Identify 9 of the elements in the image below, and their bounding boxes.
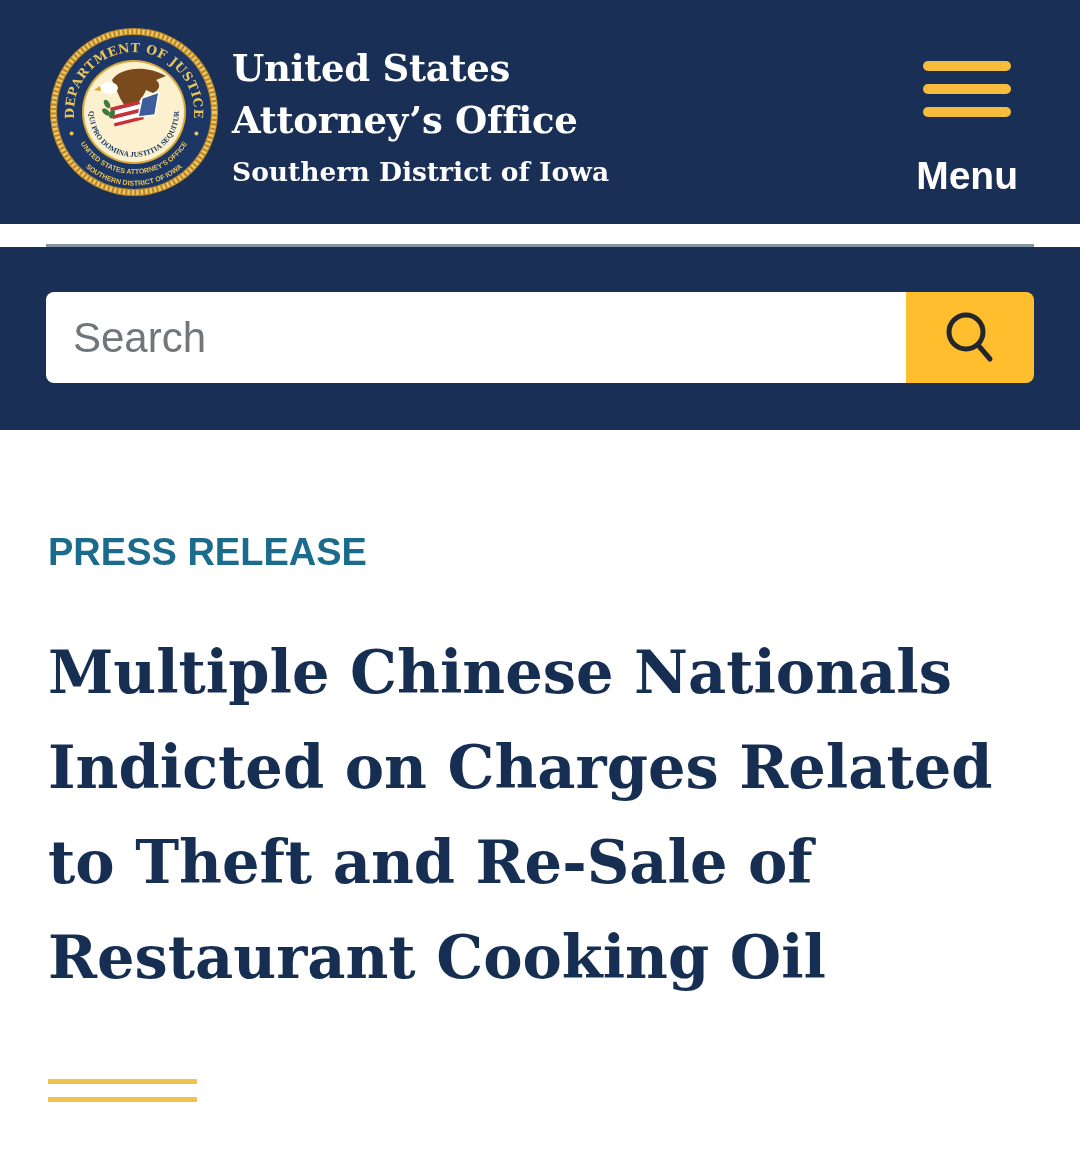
article-title: Multiple Chinese Nationals Indicted on Charges Related to Theft and Re-Sale of Restaurant Cooking Oil bbox=[48, 637, 994, 994]
menu-icon bbox=[923, 61, 1012, 117]
site-subtitle: Southern District of Iowa bbox=[232, 154, 610, 189]
search-icon bbox=[946, 312, 994, 363]
search-button[interactable] bbox=[906, 292, 1034, 383]
site-title: United States Attorney’s Office bbox=[232, 44, 579, 144]
category-label: PRESS RELEASE bbox=[48, 530, 367, 574]
search-field[interactable]: Search bbox=[46, 292, 906, 383]
menu-button[interactable]: Menu bbox=[916, 61, 1018, 198]
